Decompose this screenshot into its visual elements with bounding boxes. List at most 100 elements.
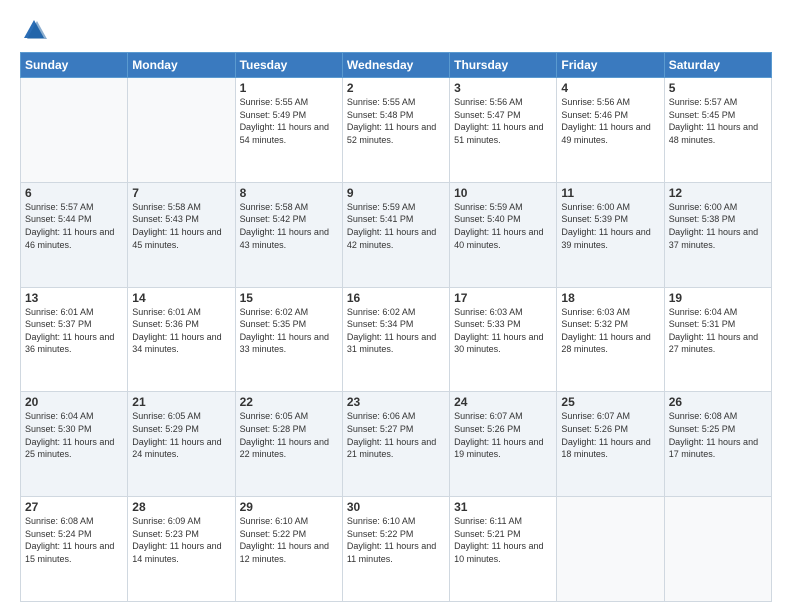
day-number: 3 [454,81,552,95]
day-cell: 26Sunrise: 6:08 AMSunset: 5:25 PMDayligh… [664,392,771,497]
day-cell [664,497,771,602]
day-info: Sunrise: 6:00 AMSunset: 5:39 PMDaylight:… [561,201,659,251]
day-info: Sunrise: 5:59 AMSunset: 5:41 PMDaylight:… [347,201,445,251]
day-cell: 7Sunrise: 5:58 AMSunset: 5:43 PMDaylight… [128,182,235,287]
day-cell: 4Sunrise: 5:56 AMSunset: 5:46 PMDaylight… [557,78,664,183]
day-cell: 18Sunrise: 6:03 AMSunset: 5:32 PMDayligh… [557,287,664,392]
day-cell: 23Sunrise: 6:06 AMSunset: 5:27 PMDayligh… [342,392,449,497]
day-number: 13 [25,291,123,305]
day-info: Sunrise: 5:56 AMSunset: 5:47 PMDaylight:… [454,96,552,146]
day-info: Sunrise: 6:10 AMSunset: 5:22 PMDaylight:… [240,515,338,565]
day-number: 12 [669,186,767,200]
day-info: Sunrise: 6:08 AMSunset: 5:24 PMDaylight:… [25,515,123,565]
day-cell: 9Sunrise: 5:59 AMSunset: 5:41 PMDaylight… [342,182,449,287]
day-cell: 27Sunrise: 6:08 AMSunset: 5:24 PMDayligh… [21,497,128,602]
day-number: 26 [669,395,767,409]
day-info: Sunrise: 6:05 AMSunset: 5:29 PMDaylight:… [132,410,230,460]
day-cell: 30Sunrise: 6:10 AMSunset: 5:22 PMDayligh… [342,497,449,602]
day-info: Sunrise: 5:59 AMSunset: 5:40 PMDaylight:… [454,201,552,251]
week-row-2: 6Sunrise: 5:57 AMSunset: 5:44 PMDaylight… [21,182,772,287]
day-info: Sunrise: 6:00 AMSunset: 5:38 PMDaylight:… [669,201,767,251]
week-row-3: 13Sunrise: 6:01 AMSunset: 5:37 PMDayligh… [21,287,772,392]
weekday-header-tuesday: Tuesday [235,53,342,78]
day-info: Sunrise: 5:55 AMSunset: 5:49 PMDaylight:… [240,96,338,146]
day-cell: 2Sunrise: 5:55 AMSunset: 5:48 PMDaylight… [342,78,449,183]
day-number: 9 [347,186,445,200]
day-info: Sunrise: 5:55 AMSunset: 5:48 PMDaylight:… [347,96,445,146]
calendar-table: SundayMondayTuesdayWednesdayThursdayFrid… [20,52,772,602]
day-cell [128,78,235,183]
day-info: Sunrise: 6:06 AMSunset: 5:27 PMDaylight:… [347,410,445,460]
day-number: 6 [25,186,123,200]
day-number: 11 [561,186,659,200]
weekday-header-saturday: Saturday [664,53,771,78]
day-number: 1 [240,81,338,95]
day-info: Sunrise: 6:07 AMSunset: 5:26 PMDaylight:… [561,410,659,460]
day-cell: 6Sunrise: 5:57 AMSunset: 5:44 PMDaylight… [21,182,128,287]
day-info: Sunrise: 5:57 AMSunset: 5:44 PMDaylight:… [25,201,123,251]
day-number: 22 [240,395,338,409]
day-cell: 25Sunrise: 6:07 AMSunset: 5:26 PMDayligh… [557,392,664,497]
day-cell: 8Sunrise: 5:58 AMSunset: 5:42 PMDaylight… [235,182,342,287]
day-info: Sunrise: 6:10 AMSunset: 5:22 PMDaylight:… [347,515,445,565]
day-info: Sunrise: 6:04 AMSunset: 5:30 PMDaylight:… [25,410,123,460]
logo-icon [20,16,48,44]
day-cell: 22Sunrise: 6:05 AMSunset: 5:28 PMDayligh… [235,392,342,497]
week-row-5: 27Sunrise: 6:08 AMSunset: 5:24 PMDayligh… [21,497,772,602]
day-number: 8 [240,186,338,200]
day-number: 29 [240,500,338,514]
day-cell: 1Sunrise: 5:55 AMSunset: 5:49 PMDaylight… [235,78,342,183]
page: SundayMondayTuesdayWednesdayThursdayFrid… [0,0,792,612]
weekday-header-friday: Friday [557,53,664,78]
week-row-1: 1Sunrise: 5:55 AMSunset: 5:49 PMDaylight… [21,78,772,183]
day-number: 17 [454,291,552,305]
day-info: Sunrise: 6:02 AMSunset: 5:34 PMDaylight:… [347,306,445,356]
day-number: 18 [561,291,659,305]
day-cell: 14Sunrise: 6:01 AMSunset: 5:36 PMDayligh… [128,287,235,392]
day-number: 23 [347,395,445,409]
day-cell: 17Sunrise: 6:03 AMSunset: 5:33 PMDayligh… [450,287,557,392]
day-number: 20 [25,395,123,409]
day-cell: 21Sunrise: 6:05 AMSunset: 5:29 PMDayligh… [128,392,235,497]
day-cell: 11Sunrise: 6:00 AMSunset: 5:39 PMDayligh… [557,182,664,287]
day-number: 31 [454,500,552,514]
day-info: Sunrise: 6:07 AMSunset: 5:26 PMDaylight:… [454,410,552,460]
header [20,16,772,44]
day-cell: 20Sunrise: 6:04 AMSunset: 5:30 PMDayligh… [21,392,128,497]
day-cell: 28Sunrise: 6:09 AMSunset: 5:23 PMDayligh… [128,497,235,602]
day-number: 25 [561,395,659,409]
day-number: 14 [132,291,230,305]
day-info: Sunrise: 5:57 AMSunset: 5:45 PMDaylight:… [669,96,767,146]
day-cell: 13Sunrise: 6:01 AMSunset: 5:37 PMDayligh… [21,287,128,392]
day-number: 16 [347,291,445,305]
weekday-header-thursday: Thursday [450,53,557,78]
day-info: Sunrise: 6:09 AMSunset: 5:23 PMDaylight:… [132,515,230,565]
weekday-header-sunday: Sunday [21,53,128,78]
day-info: Sunrise: 5:58 AMSunset: 5:42 PMDaylight:… [240,201,338,251]
day-cell: 10Sunrise: 5:59 AMSunset: 5:40 PMDayligh… [450,182,557,287]
day-info: Sunrise: 6:08 AMSunset: 5:25 PMDaylight:… [669,410,767,460]
day-info: Sunrise: 6:02 AMSunset: 5:35 PMDaylight:… [240,306,338,356]
day-info: Sunrise: 6:01 AMSunset: 5:37 PMDaylight:… [25,306,123,356]
day-number: 10 [454,186,552,200]
day-cell: 3Sunrise: 5:56 AMSunset: 5:47 PMDaylight… [450,78,557,183]
day-number: 19 [669,291,767,305]
day-number: 4 [561,81,659,95]
day-number: 2 [347,81,445,95]
day-cell: 29Sunrise: 6:10 AMSunset: 5:22 PMDayligh… [235,497,342,602]
day-number: 28 [132,500,230,514]
day-number: 30 [347,500,445,514]
weekday-header-row: SundayMondayTuesdayWednesdayThursdayFrid… [21,53,772,78]
day-number: 5 [669,81,767,95]
day-cell: 31Sunrise: 6:11 AMSunset: 5:21 PMDayligh… [450,497,557,602]
day-info: Sunrise: 6:03 AMSunset: 5:32 PMDaylight:… [561,306,659,356]
day-cell: 5Sunrise: 5:57 AMSunset: 5:45 PMDaylight… [664,78,771,183]
logo [20,16,52,44]
day-number: 27 [25,500,123,514]
day-info: Sunrise: 6:11 AMSunset: 5:21 PMDaylight:… [454,515,552,565]
day-cell: 19Sunrise: 6:04 AMSunset: 5:31 PMDayligh… [664,287,771,392]
day-number: 7 [132,186,230,200]
weekday-header-wednesday: Wednesday [342,53,449,78]
day-info: Sunrise: 5:58 AMSunset: 5:43 PMDaylight:… [132,201,230,251]
day-cell [557,497,664,602]
